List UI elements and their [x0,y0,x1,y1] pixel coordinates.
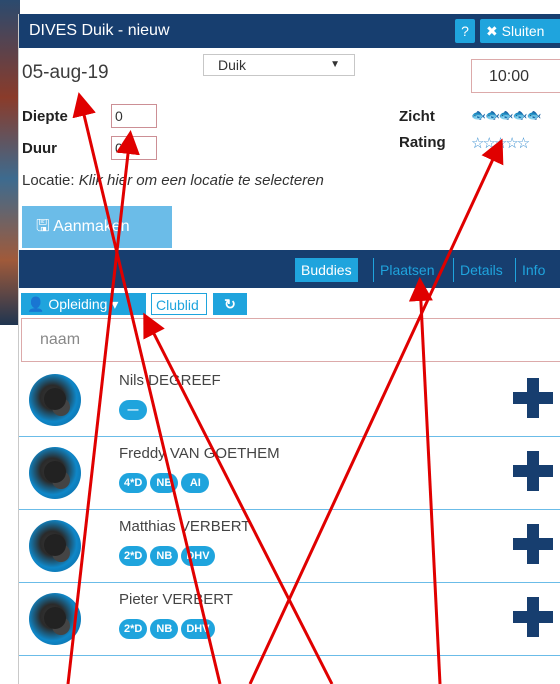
time-input[interactable]: 10:00 [471,59,560,93]
buddy-row: Pieter VERBERT 2*D NB DHV [19,583,560,656]
tab-info[interactable]: Info [515,258,551,282]
star-rating[interactable]: ☆☆☆☆☆ [471,134,530,152]
avatar [29,374,81,426]
add-buddy-icon[interactable] [513,378,553,418]
title-bar: DIVES Duik - nieuw ? ✖ Sluiten [19,14,560,48]
certification-badge: 4*D [119,473,148,493]
dive-type-value: Duik [218,57,247,73]
duration-label: Duur [22,140,57,157]
dive-type-select[interactable]: Duik ▼ [203,54,355,76]
certification-badge: NB [150,473,179,493]
tab-details[interactable]: Details [453,258,509,282]
location-row[interactable]: Locatie: Klik hier om een locatie te sel… [22,172,324,189]
buddy-name: Pieter VERBERT [119,591,233,608]
buddy-list: Nils DEGREEF — Freddy VAN GOETHEM 4*D NB A… [19,364,560,656]
tab-plaatsen[interactable]: Plaatsen [373,258,440,282]
reset-filter-button[interactable]: ↻ [213,293,247,315]
certification-badge: DHV [181,546,215,566]
date-row: 05-aug-19 Duik ▼ 10:00 [19,54,560,102]
depth-input[interactable]: 0 [111,104,157,128]
duration-input[interactable]: 0 [111,136,157,160]
buddy-name: Freddy VAN GOETHEM [119,445,280,462]
dive-dialog: DIVES Duik - nieuw ? ✖ Sluiten 05-aug-19… [18,14,560,684]
visibility-rating[interactable]: 🐟🐟🐟🐟🐟 [471,108,542,122]
visibility-label: Zicht [399,108,435,125]
avatar [29,593,81,645]
badge-group: 2*D NB DHV [119,546,218,566]
help-button[interactable]: ? [455,19,475,43]
location-hint[interactable]: Klik hier om een locatie te selecteren [75,172,324,189]
create-button[interactable]: 🖫 Aanmaken [22,206,172,248]
search-box [21,318,560,362]
add-buddy-icon[interactable] [513,524,553,564]
avatar [29,447,81,499]
certification-badge: NB [150,546,179,566]
buddy-name: Matthias VERBERT [119,518,251,535]
opleiding-filter-button[interactable]: 👤 Opleiding ▾ [21,293,146,315]
certification-badge: — [119,400,147,420]
certification-badge: 2*D [119,546,148,566]
add-buddy-icon[interactable] [513,597,553,637]
location-label: Locatie: [22,172,75,189]
buddy-name: Nils DEGREEF [119,372,221,389]
avatar [29,520,81,572]
add-buddy-icon[interactable] [513,451,553,491]
date-field[interactable]: 05-aug-19 [22,62,109,84]
chevron-down-icon: ▼ [330,59,340,70]
clublid-filter-button[interactable]: Clublid [151,293,207,315]
rating-label: Rating [399,134,446,151]
buddy-row: Matthias VERBERT 2*D NB DHV [19,510,560,583]
certification-badge: DHV [181,619,215,639]
buddy-row: Nils DEGREEF — [19,364,560,437]
badge-group: 2*D NB DHV [119,619,218,639]
badge-group: — [119,400,150,420]
depth-label: Diepte [22,108,68,125]
certification-badge: 2*D [119,619,148,639]
name-search-input[interactable] [22,319,522,361]
background-strip [0,0,20,325]
badge-group: 4*D NB AI [119,473,212,493]
certification-badge: AI [181,473,210,493]
buddy-row: Freddy VAN GOETHEM 4*D NB AI [19,437,560,510]
filter-bar: 👤 Opleiding ▾ Clublid ↻ [19,290,560,316]
certification-badge: NB [150,619,179,639]
tab-bar: Buddies Plaatsen Details Info [19,250,560,288]
tab-buddies[interactable]: Buddies [295,258,358,282]
close-button[interactable]: ✖ Sluiten [480,19,560,43]
window-title: DIVES Duik - nieuw [29,22,170,39]
